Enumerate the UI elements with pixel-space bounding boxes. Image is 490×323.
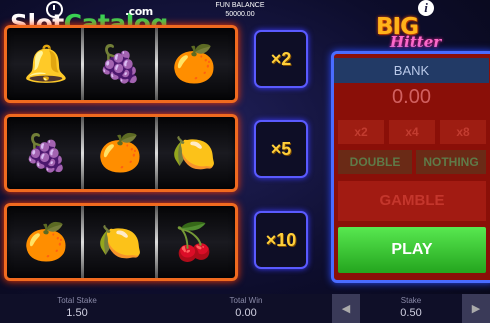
game-logo: BIG Hitter [372, 14, 456, 54]
reel-divider [81, 206, 84, 278]
fun-balance: FUN BALANCE 50000.00 [190, 1, 290, 19]
orange-icon: 🍊 [171, 43, 217, 84]
total-stake-value: 1.50 [66, 307, 88, 319]
reel-divider [81, 28, 84, 100]
multiplier-x5: ×5 [254, 120, 308, 178]
orange-icon: 🍊 [97, 132, 143, 173]
x4-button[interactable]: x4 [389, 120, 435, 144]
reel-row-2: 🍇 🍊 🍋 [4, 114, 238, 192]
orange-icon: 🍊 [23, 221, 69, 262]
total-stake-label: Total Stake [57, 296, 97, 305]
total-win-value: 0.00 [235, 307, 257, 319]
stake-decrease-button[interactable]: ◀ [332, 294, 360, 323]
arrow-left-icon: ◀ [341, 303, 351, 315]
play-button[interactable]: PLAY [338, 227, 486, 273]
grapes-icon: 🍇 [23, 132, 69, 173]
x8-button[interactable]: x8 [440, 120, 486, 144]
clock-icon [46, 1, 63, 18]
lemon-icon: 🍋 [171, 132, 217, 173]
lemon-icon: 🍋 [97, 221, 143, 262]
balance-label: FUN BALANCE [215, 2, 265, 9]
multiplier-x10: ×10 [254, 211, 308, 269]
bank-value: 0.00 [392, 86, 431, 108]
double-button[interactable]: DOUBLE [338, 150, 412, 174]
bank-panel: BANK 0.00 x2 x4 x8 DOUBLE NOTHING GAMBLE… [331, 51, 490, 283]
cherries-icon: 🍒 [171, 221, 217, 262]
x2-button[interactable]: x2 [338, 120, 384, 144]
watermark-suffix: .com [125, 5, 153, 18]
total-win-label: Total Win [229, 296, 263, 305]
reel-row-1: 🔔 🍇 🍊 [4, 25, 238, 103]
reel-row-3: 🍊 🍋 🍒 [4, 203, 238, 281]
bottom-bar: Total Stake 1.50 Total Win 0.00 Stake 0.… [0, 294, 490, 323]
stake-label: Stake [400, 296, 422, 305]
nothing-button[interactable]: NOTHING [416, 150, 486, 174]
arrow-right-icon: ▶ [471, 303, 481, 315]
bank-title: BANK [334, 58, 489, 83]
reel-divider [155, 117, 158, 189]
logo-hitter: Hitter [390, 33, 442, 51]
grapes-icon: 🍇 [97, 43, 143, 84]
reel-divider [155, 28, 158, 100]
reel-divider [81, 117, 84, 189]
bell-icon: 🔔 [23, 43, 69, 84]
gamble-button[interactable]: GAMBLE [338, 181, 486, 221]
reel-divider [155, 206, 158, 278]
stake-increase-button[interactable]: ▶ [462, 294, 490, 323]
stake-value: 0.50 [400, 307, 422, 319]
multiplier-x2: ×2 [254, 30, 308, 88]
balance-value: 50000.00 [225, 11, 255, 18]
